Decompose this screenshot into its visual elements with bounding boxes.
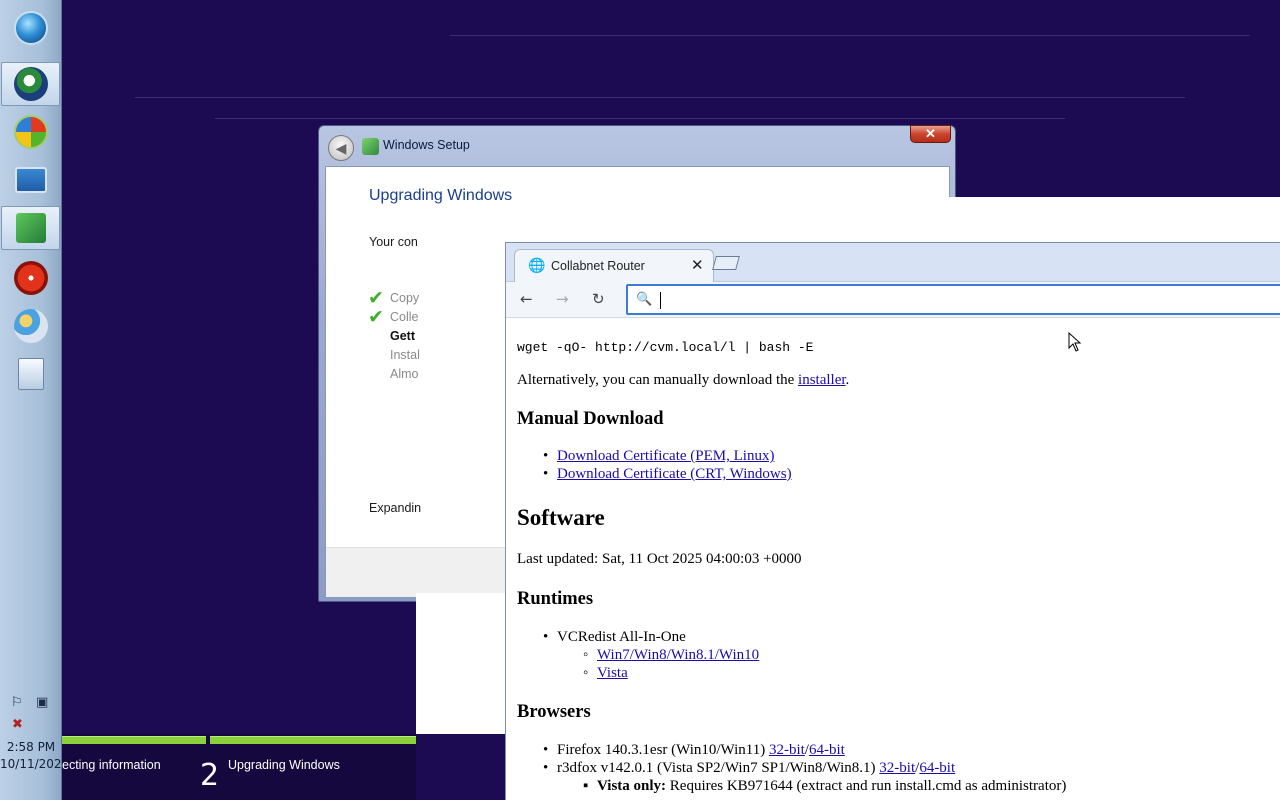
progress-bar-step1 (62, 736, 206, 744)
paint-icon (13, 309, 48, 343)
tab-collabnet-router[interactable]: 🌐 Collabnet Router ✕ (514, 249, 714, 282)
back-button[interactable]: ◀ (328, 135, 354, 161)
tab-close-icon[interactable]: ✕ (691, 256, 704, 274)
setup-step-current: Gett (390, 329, 415, 343)
search-icon: 🔍 (636, 292, 653, 307)
alternative-paragraph: Alternatively, you can manually download… (517, 372, 849, 389)
taskbar-item-setup[interactable] (1, 206, 60, 250)
document-icon (17, 358, 44, 390)
list-item: Vista only: Requires KB971644 (extract a… (583, 778, 1067, 795)
clock-date[interactable]: 10/11/2025 (0, 757, 69, 771)
globe-icon: 🌐 (528, 258, 546, 274)
search-globe-icon (13, 67, 48, 101)
tab-strip: 🌐 Collabnet Router ✕ (506, 243, 1280, 282)
software-heading: Software (517, 505, 605, 530)
list-item: Win7/Win8/Win8.1/Win10 (583, 647, 759, 664)
vcredist-win7-link[interactable]: Win7/Win8/Win8.1/Win10 (597, 647, 759, 663)
install-command: wget -qO- http://cvm.local/l | bash -E (517, 340, 814, 355)
setup-step: Colle (390, 310, 419, 324)
windows-logo-icon (13, 115, 48, 149)
taskbar: ⚐ ▣ ✖ 2:58 PM 10/11/2025 (0, 0, 69, 800)
last-updated: Last updated: Sat, 11 Oct 2025 04:00:03 … (517, 551, 802, 567)
r3dfox-label: r3dfox v142.0.1 (Vista SP2/Win7 SP1/Win8… (557, 760, 880, 776)
system-tray: ⚐ ▣ ✖ 2:58 PM 10/11/2025 (0, 690, 69, 800)
taskbar-item-paint[interactable] (1, 304, 60, 348)
check-icon: ✔ (368, 306, 384, 328)
start-button[interactable] (1, 6, 60, 50)
progress-step1-label: ecting information (62, 758, 161, 772)
address-bar[interactable]: 🔍 (626, 284, 1280, 315)
background-window-fragment (946, 197, 1280, 243)
progress-bar-step2 (210, 736, 416, 744)
taskbar-item-disc-burner[interactable] (1, 256, 60, 300)
alternative-suffix: . (845, 372, 850, 388)
r3dfox-32bit-link[interactable]: 32-bit (879, 760, 915, 776)
setup-status: Expandin (369, 501, 422, 515)
firefox-32bit-link[interactable]: 32-bit (769, 742, 805, 758)
vcredist-vista-link[interactable]: Vista (597, 665, 628, 681)
list-item: VCRedist All-In-One (543, 629, 686, 646)
crt-certificate-link[interactable]: Download Certificate (CRT, Windows) (557, 466, 792, 482)
vista-only-text: Requires KB971644 (extract and run insta… (666, 778, 1067, 794)
runtimes-heading: Runtimes (517, 589, 594, 609)
progress-step2-label: Upgrading Windows (228, 758, 340, 772)
setup-step: Instal (390, 348, 420, 362)
firefox-64bit-link[interactable]: 64-bit (809, 742, 845, 758)
forward-arrow-icon[interactable]: → (556, 290, 569, 308)
browser-window: 🌐 Collabnet Router ✕ ← → ↻ 🔍 wget -qO- h… (505, 242, 1280, 800)
page-content: wget -qO- http://cvm.local/l | bash -E A… (506, 318, 1280, 800)
desktop-artifact (215, 118, 1065, 119)
list-item: Download Certificate (CRT, Windows) (543, 466, 792, 483)
close-button[interactable]: ✕ (910, 125, 951, 143)
dialog-title: Windows Setup (383, 138, 470, 152)
progress-step2-number: 2 (200, 758, 220, 793)
text-caret (660, 292, 661, 309)
desktop-artifact (450, 35, 1250, 36)
setup-step: Almo (390, 367, 419, 381)
back-arrow-icon[interactable]: ← (520, 290, 533, 308)
alternative-text: Alternatively, you can manually download… (517, 372, 799, 388)
background-window-fragment (416, 593, 506, 734)
desktop-artifact (135, 97, 1185, 98)
reload-icon[interactable]: ↻ (592, 290, 605, 308)
taskbar-item-windows[interactable] (1, 110, 60, 154)
list-item: r3dfox v142.0.1 (Vista SP2/Win7 SP1/Win8… (543, 760, 955, 777)
setup-progress-band: ecting information 2 Upgrading Windows (62, 734, 416, 800)
volume-muted-icon[interactable]: ✖ (12, 717, 23, 732)
browsers-heading: Browsers (517, 702, 591, 722)
manual-download-heading: Manual Download (517, 409, 664, 429)
setup-title-icon (362, 138, 379, 155)
action-center-flag-icon[interactable]: ⚐ (11, 695, 23, 710)
installer-link[interactable]: installer (798, 372, 846, 388)
setup-heading: Upgrading Windows (369, 187, 513, 204)
browser-toolbar: ← → ↻ 🔍 (506, 282, 1280, 318)
firefox-label: Firefox 140.3.1esr (Win10/Win11) (557, 742, 769, 758)
network-icon[interactable]: ▣ (36, 695, 48, 710)
disc-burner-icon (13, 261, 48, 295)
mouse-cursor-icon (1068, 332, 1082, 352)
r3dfox-64bit-link[interactable]: 64-bit (919, 760, 955, 776)
vista-only-label: Vista only: (597, 778, 667, 794)
address-input[interactable] (658, 289, 1258, 311)
clock-time[interactable]: 2:58 PM (0, 740, 62, 754)
taskbar-item-remote-desktop[interactable] (1, 158, 60, 202)
taskbar-item-browser[interactable] (1, 62, 60, 106)
list-item: Download Certificate (PEM, Linux) (543, 448, 774, 465)
tab-title: Collabnet Router (551, 259, 645, 273)
windows-start-orb-icon (13, 11, 48, 45)
taskbar-item-document[interactable] (1, 352, 60, 396)
new-tab-button[interactable] (712, 256, 740, 270)
remote-desktop-icon (14, 167, 47, 193)
pem-certificate-link[interactable]: Download Certificate (PEM, Linux) (557, 448, 774, 464)
setup-icon (15, 213, 46, 243)
list-item: Firefox 140.3.1esr (Win10/Win11) 32-bit/… (543, 742, 845, 759)
setup-intro: Your con (369, 235, 418, 249)
list-item: Vista (583, 665, 628, 682)
setup-step: Copy (390, 291, 420, 305)
